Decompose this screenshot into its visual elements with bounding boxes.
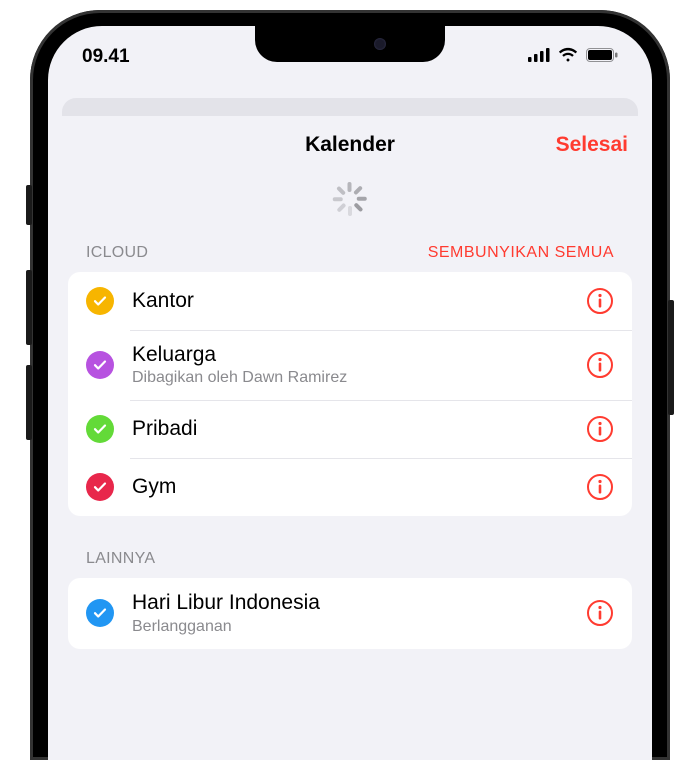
calendar-title: Hari Libur Indonesia xyxy=(132,590,586,616)
calendar-title: Keluarga xyxy=(132,342,586,368)
phone-notch xyxy=(255,26,445,62)
calendar-row[interactable]: Pribadi xyxy=(68,400,632,458)
list-card: Hari Libur IndonesiaBerlangganan xyxy=(68,578,632,648)
phone-side-button xyxy=(26,185,32,225)
hide-all-button[interactable]: SEMBUNYIKAN SEMUA xyxy=(428,244,614,262)
wifi-icon xyxy=(557,46,579,68)
modal-sheet: Kalender Selesai ICLOUD SEMBUNYIKAN SEMUA… xyxy=(48,116,652,760)
calendar-title: Pribadi xyxy=(132,416,586,442)
row-text: KeluargaDibagikan oleh Dawn Ramirez xyxy=(132,342,586,388)
info-icon[interactable] xyxy=(586,415,614,443)
phone-side-button xyxy=(668,300,674,415)
checkmark-icon[interactable] xyxy=(86,473,114,501)
phone-side-button xyxy=(26,270,32,345)
calendar-title: Kantor xyxy=(132,288,586,314)
list-card: Kantor KeluargaDibagikan oleh Dawn Ramire… xyxy=(68,272,632,516)
section-header: LAINNYA xyxy=(48,550,652,578)
checkmark-icon[interactable] xyxy=(86,287,114,315)
checkmark-icon[interactable] xyxy=(86,415,114,443)
section-label: ICLOUD xyxy=(86,244,148,262)
calendar-row[interactable]: KeluargaDibagikan oleh Dawn Ramirez xyxy=(68,330,632,400)
spinner-icon xyxy=(333,182,367,216)
status-icons xyxy=(528,46,618,68)
status-time: 09.41 xyxy=(82,46,130,68)
phone-frame: 09.41 Kalender Selesai xyxy=(30,10,670,760)
section-label: LAINNYA xyxy=(86,550,155,568)
checkmark-icon[interactable] xyxy=(86,351,114,379)
sheet-title: Kalender xyxy=(305,133,395,157)
loading-spinner xyxy=(48,174,652,244)
row-text: Gym xyxy=(132,474,586,500)
calendar-subtitle: Dibagikan oleh Dawn Ramirez xyxy=(132,368,586,388)
phone-screen: 09.41 Kalender Selesai xyxy=(48,26,652,760)
row-text: Kantor xyxy=(132,288,586,314)
front-camera xyxy=(374,38,386,50)
battery-icon xyxy=(586,46,618,68)
info-icon[interactable] xyxy=(586,599,614,627)
calendar-subtitle: Berlangganan xyxy=(132,617,586,637)
sheet-header: Kalender Selesai xyxy=(48,116,652,174)
section-header: ICLOUD SEMBUNYIKAN SEMUA xyxy=(48,244,652,272)
info-icon[interactable] xyxy=(586,473,614,501)
phone-side-button xyxy=(26,365,32,440)
calendar-row[interactable]: Hari Libur IndonesiaBerlangganan xyxy=(68,578,632,648)
cellular-icon xyxy=(528,46,550,68)
done-button[interactable]: Selesai xyxy=(556,133,628,157)
checkmark-icon[interactable] xyxy=(86,599,114,627)
row-text: Pribadi xyxy=(132,416,586,442)
calendar-row[interactable]: Kantor xyxy=(68,272,632,330)
calendar-row[interactable]: Gym xyxy=(68,458,632,516)
calendar-title: Gym xyxy=(132,474,586,500)
info-icon[interactable] xyxy=(586,287,614,315)
row-text: Hari Libur IndonesiaBerlangganan xyxy=(132,590,586,636)
info-icon[interactable] xyxy=(586,351,614,379)
